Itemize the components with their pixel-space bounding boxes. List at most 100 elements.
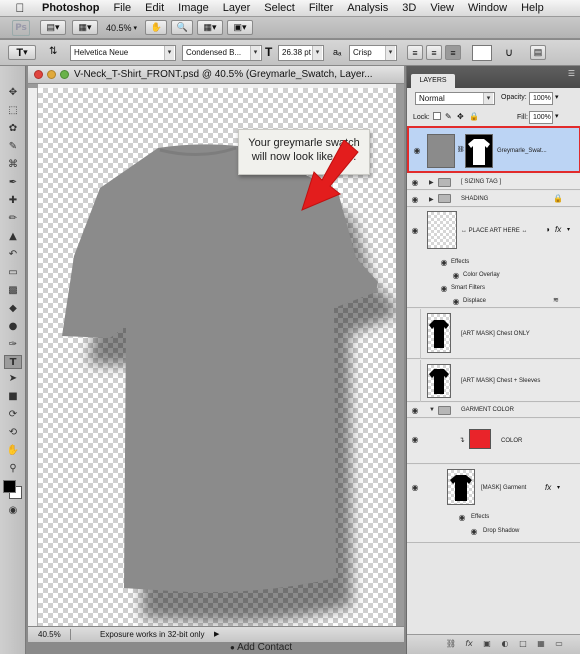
disclosure-triangle-open-icon[interactable]: ▼ — [429, 407, 435, 413]
history-brush-icon[interactable]: ↶ — [4, 248, 22, 262]
zoom-tool-icon[interactable]: ⚲ — [4, 462, 22, 476]
align-left-button[interactable]: ≡ — [407, 45, 423, 60]
crop-tool-icon[interactable]: ⌘ — [4, 158, 22, 172]
clone-stamp-icon[interactable]: ▲ — [4, 230, 22, 244]
bridge-button[interactable]: ▤▾ — [40, 20, 66, 35]
type-tool-icon[interactable]: T — [4, 355, 22, 369]
layer-row-shading[interactable]: ◉ ▶ SHADING 🔒 — [407, 191, 580, 207]
lock-transparent-icon[interactable] — [433, 112, 441, 120]
eye-icon[interactable]: ◉ — [451, 271, 461, 280]
layer-row-garment-color[interactable]: ◉ ▼ GARMENT COLOR — [407, 403, 580, 418]
menu-view[interactable]: View — [430, 2, 454, 14]
foreground-color-front[interactable] — [3, 480, 16, 493]
gradient-tool-icon[interactable]: ▩ — [4, 284, 22, 298]
fill-field[interactable]: 100% — [529, 111, 553, 124]
document-title-bar[interactable]: V-Neck_T-Shirt_FRONT.psd @ 40.5% (Greyma… — [28, 66, 404, 84]
eye-icon[interactable]: ◉ — [410, 435, 420, 444]
panel-menu-icon[interactable]: ☰ — [568, 69, 575, 78]
brush-tool-icon[interactable]: ✏ — [4, 212, 22, 226]
arrange-documents-button[interactable]: ▦▾ — [197, 20, 224, 35]
character-panel-button[interactable]: ▤ — [530, 45, 546, 60]
font-family-select[interactable]: Helvetica Neue ▾ — [70, 45, 176, 61]
eye-icon[interactable]: ◉ — [451, 297, 461, 306]
menu-filter[interactable]: Filter — [309, 2, 333, 14]
layer-row-place-art[interactable]: ◉ ↔ PLACE ART HERE ↔ ◑ fx ▾ ◉ Effects ◉ … — [407, 208, 580, 308]
layer-row-color[interactable]: ◉ ↴ COLOR — [407, 419, 580, 464]
link-icon[interactable]: ⛓ — [457, 146, 465, 153]
text-orientation-icon[interactable]: ⇅ — [49, 46, 57, 57]
lock-position-icon[interactable]: ✥ — [457, 112, 464, 121]
visibility-toggle[interactable] — [409, 309, 421, 359]
layer-row-mask-garment[interactable]: ◉ [MASK] Garment fx ▾ ◉ Effects ◉ Drop S… — [407, 465, 580, 543]
zoom-level[interactable]: 40.5% — [106, 23, 132, 33]
eye-icon[interactable]: ◉ — [410, 406, 420, 415]
shape-tool-icon[interactable]: ■ — [4, 390, 22, 404]
new-layer-icon[interactable]: ▦ — [535, 639, 547, 650]
menu-analysis[interactable]: Analysis — [347, 2, 388, 14]
eye-icon[interactable]: ◉ — [457, 513, 467, 522]
hand-tool-button[interactable]: ✋ — [145, 20, 168, 35]
pen-tool-icon[interactable]: ✑ — [4, 338, 22, 352]
link-layers-icon[interactable]: ⛓ — [445, 639, 457, 650]
apple-icon[interactable]:  — [12, 1, 28, 15]
fx-icon[interactable]: fx — [545, 483, 551, 492]
menu-edit[interactable]: Edit — [145, 2, 164, 14]
quick-select-tool-icon[interactable]: ✎ — [4, 140, 22, 154]
disclosure-triangle-icon[interactable]: ▶ — [429, 196, 434, 203]
layer-row-greymarle[interactable]: ◉ ⛓ Greymarle_Swat... — [407, 126, 580, 173]
dodge-tool-icon[interactable]: ● — [4, 320, 22, 334]
status-menu-icon[interactable]: ▶ — [214, 627, 219, 642]
align-right-button[interactable]: ≡ — [445, 45, 461, 60]
chevron-down-icon[interactable]: ▾ — [557, 484, 560, 491]
blend-mode-select[interactable]: Normal ▾ — [415, 92, 495, 105]
menu-select[interactable]: Select — [264, 2, 295, 14]
chevron-down-icon[interactable]: ▾ — [134, 24, 138, 32]
opacity-field[interactable]: 100% — [529, 92, 553, 105]
menu-3d[interactable]: 3D — [402, 2, 416, 14]
layer-row-mask-chest-sleeves[interactable]: [ART MASK] Chest + Sleeves — [407, 360, 580, 402]
text-color-swatch[interactable] — [472, 45, 492, 61]
view-extras-button[interactable]: ▦▾ — [72, 20, 98, 35]
eye-icon[interactable]: ◉ — [439, 284, 449, 293]
close-button[interactable] — [34, 70, 43, 79]
eyedropper-tool-icon[interactable]: ✒ — [4, 176, 22, 190]
fill-chevron-icon[interactable]: ▾ — [555, 112, 559, 120]
trash-icon[interactable]: ▭ — [553, 639, 565, 650]
screen-mode-button[interactable]: ▣▾ — [227, 20, 254, 35]
antialias-select[interactable]: Crisp ▾ — [349, 45, 397, 61]
warp-text-icon[interactable]: ∪ — [505, 46, 513, 59]
add-mask-icon[interactable]: ▣ — [481, 639, 493, 650]
font-style-select[interactable]: Condensed B... ▾ — [182, 45, 262, 61]
menu-app-name[interactable]: Photoshop — [42, 2, 99, 14]
filter-options-icon[interactable]: ≋ — [553, 296, 559, 304]
move-tool-icon[interactable]: ✥ — [4, 86, 22, 100]
menu-image[interactable]: Image — [178, 2, 209, 14]
eye-icon[interactable]: ◉ — [410, 195, 420, 204]
opacity-chevron-icon[interactable]: ▾ — [555, 93, 559, 101]
layer-row-mask-chest[interactable]: [ART MASK] Chest ONLY — [407, 309, 580, 359]
eye-icon[interactable]: ◉ — [469, 527, 479, 536]
add-style-icon[interactable]: fx — [463, 639, 475, 650]
status-zoom[interactable]: 40.5% — [38, 627, 61, 642]
eye-icon[interactable]: ◉ — [410, 483, 420, 492]
zoom-tool-button[interactable]: 🔍 — [171, 20, 194, 35]
menu-layer[interactable]: Layer — [223, 2, 251, 14]
eye-icon[interactable]: ◉ — [410, 226, 420, 235]
marquee-tool-icon[interactable]: ⬚ — [4, 104, 22, 118]
eye-icon[interactable]: ◉ — [412, 146, 422, 155]
menu-help[interactable]: Help — [521, 2, 544, 14]
layers-tab[interactable]: LAYERS — [411, 74, 455, 88]
eye-icon[interactable]: ◉ — [439, 258, 449, 267]
eye-icon[interactable]: ◉ — [410, 178, 420, 187]
disclosure-triangle-icon[interactable]: ▶ — [429, 179, 434, 186]
3d-rotate-icon[interactable]: ⟳ — [4, 408, 22, 422]
zoom-button[interactable] — [60, 70, 69, 79]
hand-tool-icon[interactable]: ✋ — [4, 444, 22, 458]
lock-pixels-icon[interactable]: ✎ — [445, 112, 452, 121]
add-contact-text[interactable]: Add Contact — [237, 642, 292, 653]
menu-window[interactable]: Window — [468, 2, 507, 14]
document-canvas[interactable]: Your greymarle swatch will now look like… — [38, 88, 396, 626]
adjustment-layer-icon[interactable]: ◐ — [499, 639, 511, 650]
quick-mask-icon[interactable]: ◉ — [4, 504, 22, 518]
visibility-toggle[interactable] — [409, 360, 421, 402]
